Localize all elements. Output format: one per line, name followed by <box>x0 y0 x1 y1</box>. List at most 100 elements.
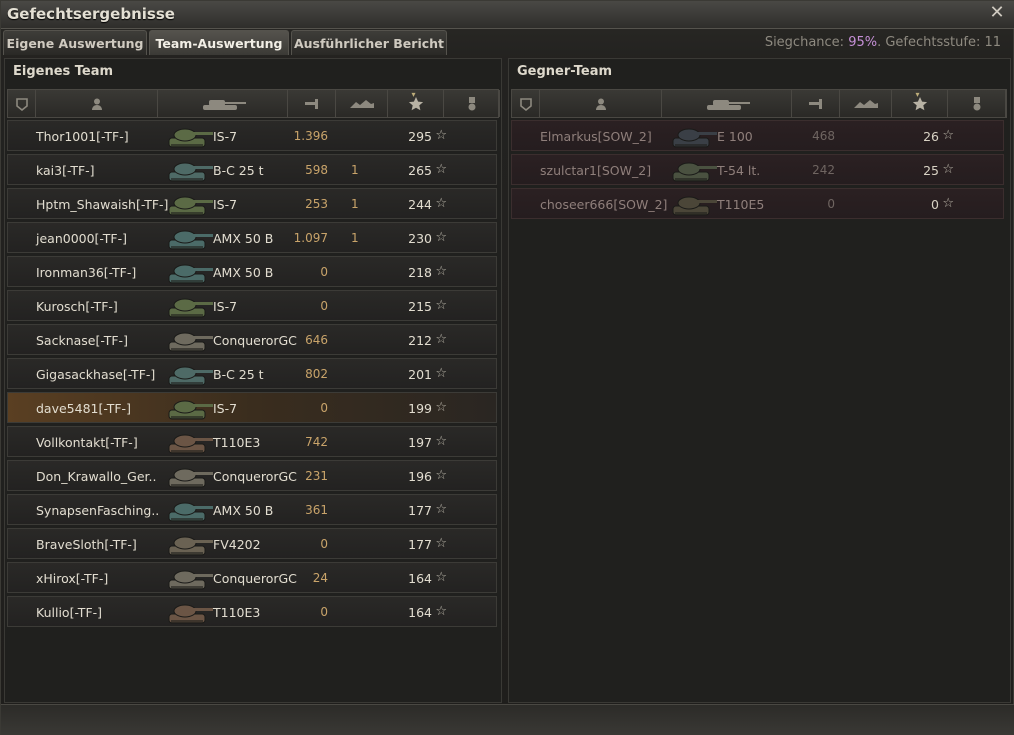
column-header-player[interactable] <box>36 90 158 117</box>
player-row[interactable]: SynapsenFasching.. AMX 50 B 361 177 ☆ <box>7 494 497 525</box>
tank-image-icon <box>667 155 719 185</box>
tank-image-icon <box>163 563 215 593</box>
player-row[interactable]: Gigasackhase[-TF-] B-C 25 t 802 201 ☆ <box>7 358 497 389</box>
player-row[interactable]: Elmarkus[SOW_2] E 100 468 26 ☆ <box>511 120 1004 151</box>
damage-value: 598 <box>305 163 328 177</box>
player-row[interactable]: jean0000[-TF-] AMX 50 B 1.097 1 230 ☆ <box>7 222 497 253</box>
tank-name: IS-7 <box>213 299 238 314</box>
close-icon[interactable]: ✕ <box>987 3 1007 23</box>
player-row[interactable]: Vollkontakt[-TF-] T110E3 742 197 ☆ <box>7 426 497 457</box>
damage-value: 1.097 <box>293 231 328 245</box>
column-header-medal[interactable] <box>444 90 500 117</box>
column-header-damage[interactable] <box>288 90 336 117</box>
tank-icon <box>701 97 753 111</box>
player-row[interactable]: szulctar1[SOW_2] T-54 lt. 242 25 ☆ <box>511 154 1004 185</box>
sort-indicator-icon: ▾ <box>915 90 920 99</box>
tank-icon <box>197 97 249 111</box>
player-name: Kullio[-TF-] <box>36 605 103 620</box>
frags-icon <box>852 97 880 111</box>
player-row[interactable]: choseer666[SOW_2] T110E5 0 0 ☆ <box>511 188 1004 219</box>
column-header-xp-star[interactable]: ▾ <box>388 90 444 117</box>
tank-image-icon <box>667 121 719 151</box>
player-name: Sacknase[-TF-] <box>36 333 128 348</box>
tank-name: T110E3 <box>213 605 261 620</box>
column-header-xp-star[interactable]: ▾ <box>892 90 948 117</box>
player-name: choseer666[SOW_2] <box>540 197 668 212</box>
star-icon: ☆ <box>435 230 447 245</box>
player-row[interactable]: Thor1001[-TF-] IS-7 1.396 295 ☆ <box>7 120 497 151</box>
column-header-frags[interactable] <box>336 90 388 117</box>
xp-value: 201 <box>408 367 432 382</box>
star-icon: ☆ <box>435 366 447 381</box>
bottom-bar <box>1 704 1014 735</box>
player-row[interactable]: kai3[-TF-] B-C 25 t 598 1 265 ☆ <box>7 154 497 185</box>
star-icon: ☆ <box>435 332 447 347</box>
xp-value: 164 <box>408 605 432 620</box>
tank-image-icon <box>163 495 215 525</box>
own-team-header: ▾ <box>7 89 500 118</box>
tank-image-icon <box>163 291 215 321</box>
player-name: Vollkontakt[-TF-] <box>36 435 138 450</box>
player-row[interactable]: Sacknase[-TF-] ConquerorGC 646 212 ☆ <box>7 324 497 355</box>
column-header-damage[interactable] <box>792 90 840 117</box>
player-row[interactable]: Kullio[-TF-] T110E3 0 164 ☆ <box>7 596 497 627</box>
damage-value: 1.396 <box>293 129 328 143</box>
player-name: SynapsenFasching.. <box>36 503 160 518</box>
own-team-panel: Eigenes Team ▾ Thor1001[-TF-] IS-7 1.396 29… <box>4 58 502 703</box>
column-header-squad[interactable] <box>512 90 540 117</box>
damage-value: 361 <box>305 503 328 517</box>
column-header-squad[interactable] <box>8 90 36 117</box>
damage-value: 0 <box>320 605 328 619</box>
win-chance-label: Siegchance: <box>764 35 849 50</box>
damage-icon <box>304 97 320 111</box>
tank-name: FV4202 <box>213 537 261 552</box>
star-icon: ☆ <box>435 502 447 517</box>
xp-value: 218 <box>408 265 432 280</box>
tank-image-icon <box>163 189 215 219</box>
damage-value: 242 <box>812 163 835 177</box>
star-icon: ☆ <box>942 128 954 143</box>
player-row[interactable]: xHirox[-TF-] ConquerorGC 24 164 ☆ <box>7 562 497 593</box>
tank-image-icon <box>163 393 215 423</box>
tank-name: AMX 50 B <box>213 231 274 246</box>
player-name: jean0000[-TF-] <box>36 231 128 246</box>
tab-own-evaluation[interactable]: Eigene Auswertung <box>3 30 147 55</box>
tank-image-icon <box>667 189 719 219</box>
battle-results-window: Gefechtsergebnisse ✕ Eigene Auswertung T… <box>0 0 1014 735</box>
tank-name: B-C 25 t <box>213 163 264 178</box>
damage-value: 253 <box>305 197 328 211</box>
player-name: xHirox[-TF-] <box>36 571 109 586</box>
star-icon: ☆ <box>435 570 447 585</box>
column-header-medal[interactable] <box>948 90 1006 117</box>
tank-image-icon <box>163 427 215 457</box>
tank-name: ConquerorGC <box>213 333 297 348</box>
player-name: Ironman36[-TF-] <box>36 265 137 280</box>
player-row[interactable]: BraveSloth[-TF-] FV4202 0 177 ☆ <box>7 528 497 559</box>
xp-value: 295 <box>408 129 432 144</box>
player-row[interactable]: dave5481[-TF-] IS-7 0 199 ☆ <box>7 392 497 423</box>
xp-value: 265 <box>408 163 432 178</box>
star-icon: ☆ <box>435 196 447 211</box>
xp-value: 215 <box>408 299 432 314</box>
star-icon: ☆ <box>435 162 447 177</box>
tank-name: ConquerorGC <box>213 571 297 586</box>
tank-image-icon <box>163 223 215 253</box>
player-row[interactable]: Don_Krawallo_Ger.. ConquerorGC 231 196 ☆ <box>7 460 497 491</box>
player-name: Gigasackhase[-TF-] <box>36 367 156 382</box>
damage-value: 0 <box>320 537 328 551</box>
column-header-tank[interactable] <box>158 90 288 117</box>
battle-tier-label: . Gefechtsstufe: 11 <box>877 35 1001 50</box>
tank-name: IS-7 <box>213 129 238 144</box>
tab-detailed-report[interactable]: Ausführlicher Bericht <box>291 30 447 55</box>
star-icon: ☆ <box>435 536 447 551</box>
column-header-player[interactable] <box>540 90 662 117</box>
damage-value: 0 <box>320 401 328 415</box>
column-header-tank[interactable] <box>662 90 792 117</box>
player-row[interactable]: Ironman36[-TF-] AMX 50 B 0 218 ☆ <box>7 256 497 287</box>
tank-image-icon <box>163 121 215 151</box>
player-row[interactable]: Kurosch[-TF-] IS-7 0 215 ☆ <box>7 290 497 321</box>
battle-status: Siegchance: 95%. Gefechtsstufe: 11 <box>765 35 1001 50</box>
tab-team-evaluation[interactable]: Team-Auswertung <box>149 30 289 55</box>
column-header-frags[interactable] <box>840 90 892 117</box>
player-row[interactable]: Hptm_Shawaish[-TF-] IS-7 253 1 244 ☆ <box>7 188 497 219</box>
